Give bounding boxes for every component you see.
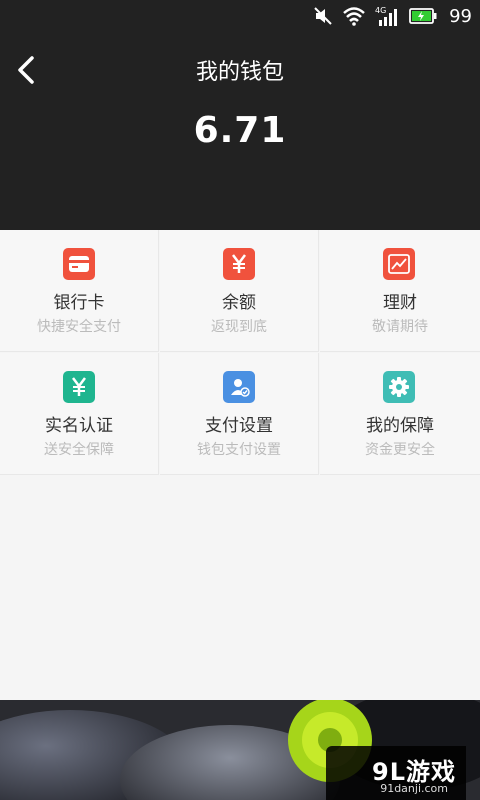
menu-item-subtitle: 资金更安全 bbox=[365, 442, 435, 458]
yuan-icon bbox=[223, 248, 255, 280]
wallet-menu-grid: 银行卡 快捷安全支付 余额 返现到底 理财 敬请期待 实名认证 送安全保障 支付… bbox=[0, 230, 480, 476]
menu-item-my-protection[interactable]: 我的保障 资金更安全 bbox=[320, 353, 480, 475]
menu-item-subtitle: 返现到底 bbox=[211, 319, 267, 335]
chart-icon bbox=[383, 248, 415, 280]
menu-item-balance[interactable]: 余额 返现到底 bbox=[160, 230, 319, 352]
user-check-icon bbox=[223, 371, 255, 403]
menu-item-real-name[interactable]: 实名认证 送安全保障 bbox=[0, 353, 159, 475]
page-title: 我的钱包 bbox=[195, 60, 284, 85]
wallet-header: 我的钱包 6.71 bbox=[0, 32, 480, 230]
watermark-url: 91danji.com bbox=[380, 782, 448, 795]
menu-item-subtitle: 敬请期待 bbox=[372, 319, 428, 335]
mute-icon bbox=[314, 7, 332, 25]
menu-item-label: 支付设置 bbox=[205, 416, 273, 436]
battery-level: 99 bbox=[449, 5, 472, 27]
balance-amount: 6.71 bbox=[193, 110, 287, 151]
wifi-icon bbox=[343, 7, 365, 26]
menu-item-payment-settings[interactable]: 支付设置 钱包支付设置 bbox=[160, 353, 319, 475]
signal-4g-icon: 4G bbox=[375, 6, 398, 26]
yuan-icon bbox=[63, 371, 95, 403]
menu-item-label: 理财 bbox=[383, 293, 417, 313]
battery-icon bbox=[409, 8, 437, 24]
status-bar: 4G 99 bbox=[0, 0, 480, 32]
menu-item-finance[interactable]: 理财 敬请期待 bbox=[320, 230, 480, 352]
menu-item-label: 余额 bbox=[222, 293, 256, 313]
menu-item-label: 我的保障 bbox=[366, 416, 434, 436]
menu-item-bank-card[interactable]: 银行卡 快捷安全支付 bbox=[0, 230, 159, 352]
menu-item-subtitle: 送安全保障 bbox=[44, 442, 114, 458]
menu-item-label: 银行卡 bbox=[53, 293, 105, 313]
gear-icon bbox=[383, 371, 415, 403]
menu-item-subtitle: 快捷安全支付 bbox=[37, 319, 121, 335]
svg-text:4G: 4G bbox=[375, 6, 386, 15]
menu-item-label: 实名认证 bbox=[45, 416, 113, 436]
bank-card-icon bbox=[63, 248, 95, 280]
watermark-logo: 9L游戏 91danji.com bbox=[326, 746, 466, 800]
menu-item-subtitle: 钱包支付设置 bbox=[197, 442, 281, 458]
